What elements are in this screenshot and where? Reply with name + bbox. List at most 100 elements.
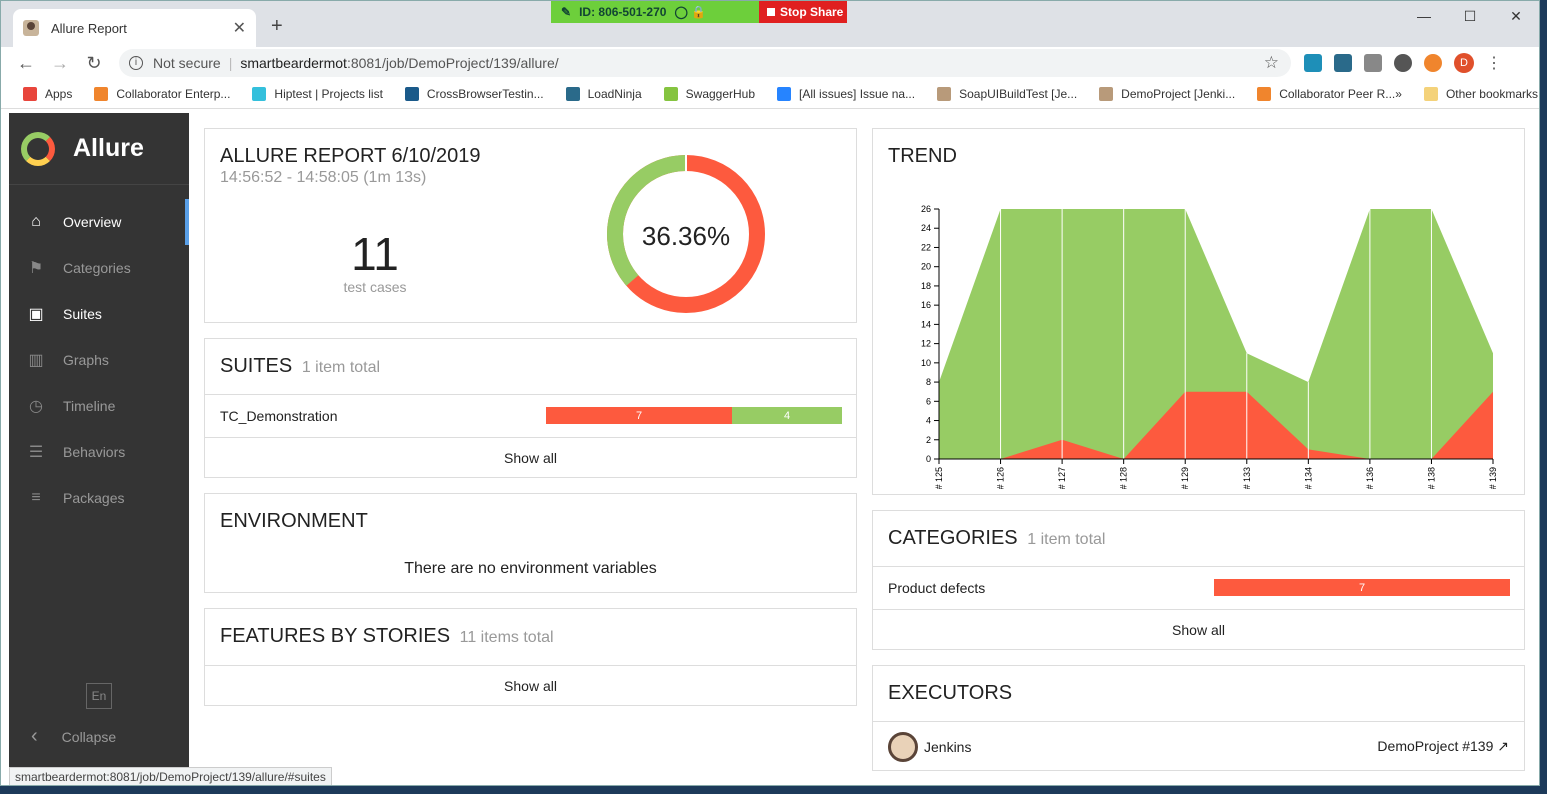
bookmark-item[interactable]: DemoProject [Jenki...	[1099, 86, 1236, 101]
bookmark-item[interactable]: SoapUIBuildTest [Je...	[937, 86, 1077, 101]
suite-row[interactable]: TC_Demonstration 7 4	[205, 394, 856, 436]
back-icon[interactable]: ←	[9, 53, 43, 74]
other-bookmarks-label: Other bookmarks	[1445, 86, 1538, 101]
extension-icon[interactable]	[1334, 54, 1352, 72]
executor-row[interactable]: Jenkins DemoProject #139 ↗	[873, 721, 1524, 771]
stop-share-button[interactable]: Stop Share	[759, 1, 847, 23]
close-window-icon[interactable]: ✕	[1493, 1, 1539, 31]
categories-show-all[interactable]: Show all	[873, 609, 1524, 649]
sidebar-item-categories[interactable]: ⚑ Categories	[9, 245, 189, 291]
bookmark-item[interactable]: SwaggerHub	[663, 86, 755, 101]
test-case-count: 11	[351, 228, 399, 280]
bookmark-icon	[1257, 86, 1272, 101]
bookmark-icon	[777, 86, 792, 101]
trend-title: TREND	[888, 145, 957, 167]
sidebar-item-label: Graphs	[63, 352, 109, 368]
report-time: 14:56:52 - 14:58:05 (1m 13s)	[220, 169, 427, 186]
briefcase-icon: ▣	[28, 306, 44, 323]
info-icon[interactable]: i	[129, 56, 143, 70]
y-tick-label: 4	[926, 416, 931, 426]
bookmark-item[interactable]: [All issues] Issue na...	[777, 86, 915, 101]
bookmark-item[interactable]: Collaborator Peer R...	[1257, 86, 1396, 101]
allure-logo-icon	[21, 131, 55, 166]
browser-tab[interactable]: Allure Report ✕	[13, 9, 256, 47]
suites-total: 1 item total	[301, 359, 381, 376]
stop-share-label: Stop Share	[780, 5, 844, 19]
maximize-icon[interactable]: ☐	[1447, 1, 1493, 31]
suites-title: SUITES	[220, 355, 293, 377]
bookmark-label: Collaborator Peer R...	[1279, 86, 1396, 101]
x-tick-label: # 127	[1057, 467, 1067, 489]
extension-icon[interactable]	[1304, 54, 1322, 72]
bookmark-label: Apps	[45, 86, 73, 101]
suite-status-bar[interactable]: 7 4	[546, 407, 842, 424]
category-status-bar[interactable]: 7	[1214, 579, 1510, 596]
executors-title: EXECUTORS	[888, 682, 1013, 704]
passed-segment[interactable]: 4	[732, 407, 842, 424]
y-tick-label: 2	[926, 435, 931, 445]
x-tick-label: # 126	[996, 467, 1006, 489]
more-bookmarks-icon[interactable]: »	[1395, 87, 1402, 101]
minimize-icon[interactable]: —	[1401, 1, 1447, 31]
bookmark-item[interactable]: Hiptest | Projects list	[252, 86, 383, 101]
sidebar-item-overview[interactable]: ⌂ Overview	[9, 199, 189, 245]
x-tick-label: # 139	[1488, 467, 1498, 489]
sidebar-item-label: Timeline	[63, 398, 116, 414]
close-tab-icon[interactable]: ✕	[233, 18, 246, 38]
menu-icon[interactable]: ⋮	[1486, 53, 1502, 73]
sidebar-item-graphs[interactable]: ▥ Graphs	[9, 337, 189, 383]
sidebar-item-behaviors[interactable]: ☰ Behaviors	[9, 429, 189, 475]
extension-icon[interactable]	[1394, 54, 1412, 72]
extension-icon[interactable]	[1364, 54, 1382, 72]
suites-show-all[interactable]: Show all	[205, 437, 856, 477]
extension-icon[interactable]	[1424, 54, 1442, 72]
collapse-label: Collapse	[61, 728, 117, 745]
address-bar[interactable]: i Not secure | smartbeardermot:8081/job/…	[119, 49, 1291, 77]
bookmark-item[interactable]: Collaborator Enterp...	[94, 86, 231, 101]
new-tab-button[interactable]: +	[271, 15, 283, 38]
profile-avatar[interactable]: D	[1454, 53, 1474, 73]
jenkins-avatar-icon	[888, 731, 918, 762]
bookmark-item[interactable]: CrossBrowserTestin...	[404, 86, 544, 101]
sidebar-item-suites[interactable]: ▣ Suites	[9, 291, 189, 337]
forward-icon[interactable]: →	[43, 53, 77, 74]
url-path: :8081/job/DemoProject/139/allure/	[346, 55, 559, 71]
reload-icon[interactable]: ↻	[77, 53, 111, 74]
report-title: ALLURE REPORT 6/10/2019	[220, 145, 481, 167]
y-tick-label: 16	[921, 300, 931, 310]
share-id: ID: 806-501-270	[579, 5, 667, 19]
y-tick-label: 18	[921, 281, 931, 291]
bookmark-item[interactable]: Apps	[23, 86, 73, 101]
features-show-all[interactable]: Show all	[205, 665, 856, 705]
category-row[interactable]: Product defects 7	[873, 566, 1524, 608]
trend-chart[interactable]: 02468101214161820222426# 125 # 126 # 127 # …	[873, 179, 1524, 489]
sidebar-item-packages[interactable]: ≡ Packages	[9, 475, 189, 521]
failed-segment[interactable]: 7	[546, 407, 732, 424]
other-bookmarks[interactable]: Other bookmarks	[1423, 86, 1538, 101]
environment-empty: There are no environment variables	[404, 560, 657, 577]
category-failed-segment[interactable]: 7	[1214, 579, 1510, 596]
brand-name: Allure	[73, 134, 144, 162]
features-widget: FEATURES BY STORIES 11 items total Show …	[204, 608, 857, 706]
browser-toolbar: ← → ↻ i Not secure | smartbeardermot:808…	[1, 47, 1539, 79]
y-tick-label: 24	[921, 223, 931, 233]
y-tick-label: 10	[921, 358, 931, 368]
bookmark-label: Collaborator Enterp...	[116, 86, 231, 101]
main-content: ALLURE REPORT 6/10/2019 14:56:52 - 14:58…	[189, 113, 1539, 771]
collapse-button[interactable]: ‹ Collapse	[31, 725, 116, 748]
bookmark-item[interactable]: LoadNinja	[565, 86, 642, 101]
language-button[interactable]: En	[86, 683, 112, 709]
executor-build-link[interactable]: DemoProject #139 ↗	[1377, 738, 1509, 755]
list-icon: ☰	[28, 444, 44, 461]
bookmark-icon	[663, 86, 678, 101]
x-tick-label: # 125	[934, 467, 944, 489]
sidebar-item-label: Packages	[63, 490, 125, 506]
bookmark-label: DemoProject [Jenki...	[1121, 86, 1236, 101]
category-name: Product defects	[888, 579, 986, 596]
allure-logo[interactable]: Allure	[9, 113, 189, 185]
tab-bar: Allure Report ✕ + ✎ ID: 806-501-270 ◯ 🔒 St…	[1, 1, 1539, 47]
features-total: 11 items total	[459, 629, 554, 646]
clock-icon: ◷	[29, 398, 43, 415]
sidebar-item-timeline[interactable]: ◷ Timeline	[9, 383, 189, 429]
bookmark-star-icon[interactable]: ☆	[1264, 53, 1279, 73]
